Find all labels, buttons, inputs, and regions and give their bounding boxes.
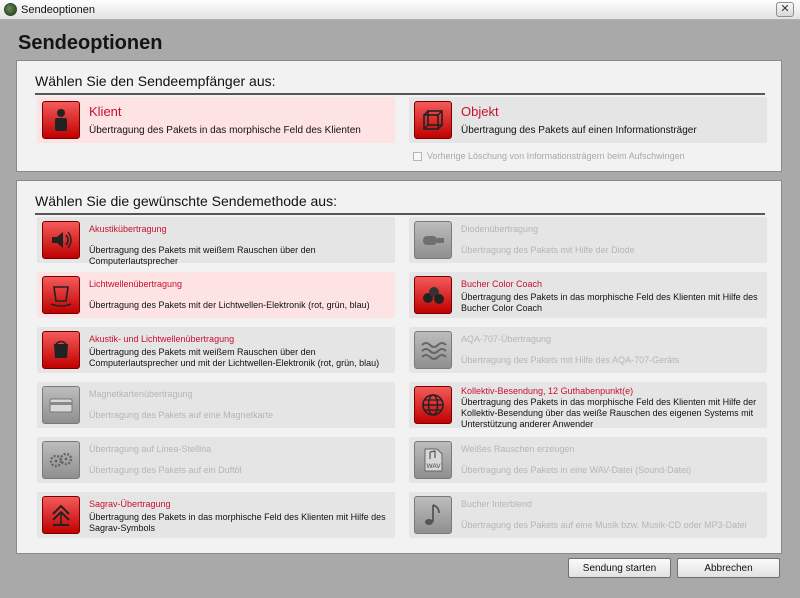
method-akustik[interactable]: Akustikübertragung Übertragung des Paket… xyxy=(37,217,395,266)
option-objekt-description: Übertragung des Pakets auf einen Informa… xyxy=(461,125,697,136)
method-diode[interactable]: Diodenübertragung Übertragung des Pakets… xyxy=(409,217,767,263)
sagrav-icon xyxy=(42,496,80,534)
method-color-coach[interactable]: Bucher Color Coach Übertragung des Paket… xyxy=(409,272,767,318)
method-wav[interactable]: WAV Weißes Rauschen erzeugen Übertragung… xyxy=(409,437,767,483)
delete-before-checkbox-label: Vorherige Löschung von Informationsträge… xyxy=(427,151,685,161)
method-kollektiv-label: Kollektiv-Besendung, 12 Guthabenpunkt(e) xyxy=(461,386,634,396)
method-magnetkarte-label: Magnetkartenübertragung xyxy=(89,389,193,399)
light-glass-icon xyxy=(42,276,80,314)
close-button[interactable]: ✕ xyxy=(776,2,794,17)
waves-icon xyxy=(414,331,452,369)
method-linea-stellina-label: Übertragung auf Linea-Stellina xyxy=(89,444,212,454)
method-akustik-licht[interactable]: Akustik- und Lichtwellenübertragung Über… xyxy=(37,327,395,373)
option-objekt[interactable]: Objekt Übertragung des Pakets auf einen … xyxy=(409,97,767,143)
method-wav-description: Übertragung des Pakets in eine WAV-Datei… xyxy=(461,465,692,475)
start-sending-button[interactable]: Sendung starten xyxy=(568,558,671,578)
delete-before-checkbox-row[interactable]: Vorherige Löschung von Informationsträge… xyxy=(413,151,685,161)
dialog-body: Sendeoptionen Wählen Sie den Sendeempfän… xyxy=(0,20,800,598)
method-akustik-licht-label: Akustik- und Lichtwellenübertragung xyxy=(89,334,235,344)
person-icon xyxy=(42,101,80,139)
wav-icon-text: WAV xyxy=(426,463,441,470)
method-magnetkarte-description: Übertragung des Pakets auf eine Magnetka… xyxy=(89,410,274,420)
close-icon: ✕ xyxy=(780,3,790,15)
music-note-icon xyxy=(414,496,452,534)
option-klient-label: Klient xyxy=(89,104,122,119)
globe-icon xyxy=(414,386,452,424)
app-icon xyxy=(4,3,17,16)
delete-before-checkbox[interactable] xyxy=(413,151,422,161)
page-title: Sendeoptionen xyxy=(18,32,163,54)
method-diode-label: Diodenübertragung xyxy=(461,224,539,234)
method-lichtwelle[interactable]: Lichtwellenübertragung Übertragung des P… xyxy=(37,272,395,318)
method-akustik-licht-description: Übertragung des Pakets mit weißem Rausch… xyxy=(89,347,380,368)
diode-icon xyxy=(414,221,452,259)
method-lichtwelle-label: Lichtwellenübertragung xyxy=(89,279,183,289)
method-linea-stellina-description: Übertragung des Pakets auf ein Duftöl xyxy=(89,465,242,475)
card-icon xyxy=(42,386,80,424)
method-interblend-description: Übertragung des Pakets auf eine Musik bz… xyxy=(461,520,747,530)
method-diode-description: Übertragung des Pakets mit Hilfe der Dio… xyxy=(461,245,635,255)
method-wav-label: Weißes Rauschen erzeugen xyxy=(461,444,575,454)
method-akustik-label: Akustikübertragung xyxy=(89,224,167,234)
recipient-panel: Wählen Sie den Sendeempfänger aus: Klien… xyxy=(16,60,782,172)
method-interblend-label: Bucher Interblend xyxy=(461,499,533,509)
cancel-button[interactable]: Abbrechen xyxy=(677,558,780,578)
option-klient-description: Übertragung des Pakets in das morphische… xyxy=(89,125,361,136)
method-color-coach-description: Übertragung des Pakets in das morphische… xyxy=(461,292,758,313)
method-kollektiv[interactable]: Kollektiv-Besendung, 12 Guthabenpunkt(e)… xyxy=(409,382,767,429)
method-sagrav[interactable]: Sagrav-Übertragung Übertragung des Paket… xyxy=(37,492,395,538)
method-interblend[interactable]: Bucher Interblend Übertragung des Pakets… xyxy=(409,492,767,538)
method-section-title: Wählen Sie die gewünschte Sendemethode a… xyxy=(35,193,765,215)
method-sagrav-label: Sagrav-Übertragung xyxy=(89,499,171,509)
window-title: Sendeoptionen xyxy=(21,4,96,16)
method-akustik-description: Übertragung des Pakets mit weißem Rausch… xyxy=(89,245,316,266)
method-color-coach-label: Bucher Color Coach xyxy=(461,279,543,289)
method-sagrav-description: Übertragung des Pakets in das morphische… xyxy=(89,512,386,533)
method-linea-stellina[interactable]: Übertragung auf Linea-Stellina Übertragu… xyxy=(37,437,395,483)
method-lichtwelle-description: Übertragung des Pakets mit der Lichtwell… xyxy=(89,300,370,310)
method-magnetkarte[interactable]: Magnetkartenübertragung Übertragung des … xyxy=(37,382,395,428)
option-klient[interactable]: Klient Übertragung des Pakets in das mor… xyxy=(37,97,395,143)
method-aqa707[interactable]: AQA-707-Übertragung Übertragung des Pake… xyxy=(409,327,767,373)
color-coach-icon xyxy=(414,276,452,314)
cube-icon xyxy=(414,101,452,139)
light-speaker-icon xyxy=(42,331,80,369)
window-titlebar: Sendeoptionen ✕ xyxy=(0,0,800,20)
speaker-icon xyxy=(42,221,80,259)
gears-icon xyxy=(42,441,80,479)
wav-file-icon: WAV xyxy=(414,441,452,479)
method-panel: Wählen Sie die gewünschte Sendemethode a… xyxy=(16,180,782,554)
method-aqa707-description: Übertragung des Pakets mit Hilfe des AQA… xyxy=(461,355,680,365)
method-aqa707-label: AQA-707-Übertragung xyxy=(461,334,552,344)
method-kollektiv-description: Übertragung des Pakets in das morphische… xyxy=(461,397,757,429)
option-objekt-label: Objekt xyxy=(461,104,499,119)
recipient-section-title: Wählen Sie den Sendeempfänger aus: xyxy=(35,73,765,95)
